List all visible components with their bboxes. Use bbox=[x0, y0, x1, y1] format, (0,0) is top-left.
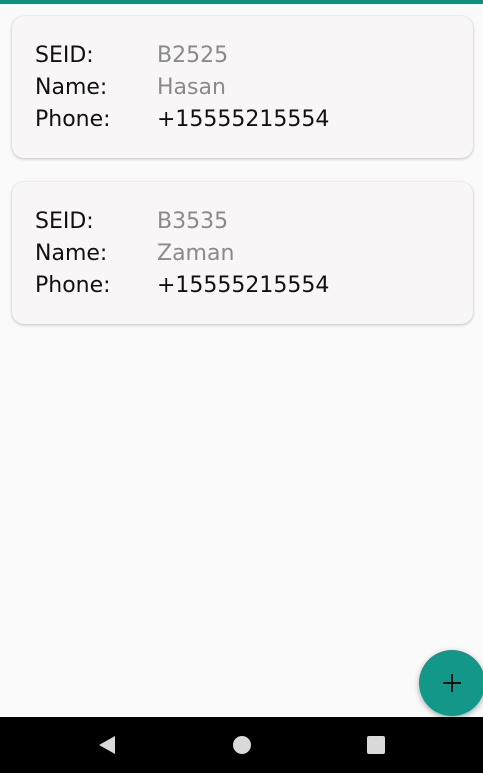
seid-row: SEID: B3535 bbox=[35, 206, 228, 238]
seid-row: SEID: B2525 bbox=[35, 40, 228, 72]
phone-label: Phone: bbox=[35, 273, 111, 298]
nav-home-button[interactable] bbox=[212, 717, 272, 773]
name-label: Name: bbox=[35, 241, 108, 266]
phone-row: Phone: +15555215554 bbox=[35, 270, 329, 302]
nav-back-button[interactable] bbox=[77, 717, 137, 773]
name-row: Name: Zaman bbox=[35, 238, 234, 270]
phone-row: Phone: +15555215554 bbox=[35, 104, 329, 136]
seid-value: B3535 bbox=[157, 209, 229, 234]
add-contact-button[interactable] bbox=[419, 650, 483, 716]
name-value: Zaman bbox=[157, 241, 235, 266]
seid-label: SEID: bbox=[35, 43, 94, 68]
name-label: Name: bbox=[35, 75, 108, 100]
back-triangle-icon bbox=[99, 736, 115, 754]
phone-value: +15555215554 bbox=[157, 107, 330, 132]
system-navigation-bar bbox=[0, 717, 483, 773]
name-row: Name: Hasan bbox=[35, 72, 226, 104]
phone-value: +15555215554 bbox=[157, 273, 330, 298]
top-app-bar-edge bbox=[0, 0, 483, 4]
phone-label: Phone: bbox=[35, 107, 111, 132]
seid-value: B2525 bbox=[157, 43, 229, 68]
contact-card[interactable]: SEID: B3535 Name: Zaman Phone: +15555215554 bbox=[12, 182, 473, 324]
nav-recents-button[interactable] bbox=[346, 717, 406, 773]
home-circle-icon bbox=[233, 736, 251, 754]
contact-card[interactable]: SEID: B2525 Name: Hasan Phone: +15555215554 bbox=[12, 16, 473, 158]
recents-square-icon bbox=[367, 736, 385, 754]
name-value: Hasan bbox=[157, 75, 226, 100]
plus-icon bbox=[443, 674, 461, 692]
seid-label: SEID: bbox=[35, 209, 94, 234]
